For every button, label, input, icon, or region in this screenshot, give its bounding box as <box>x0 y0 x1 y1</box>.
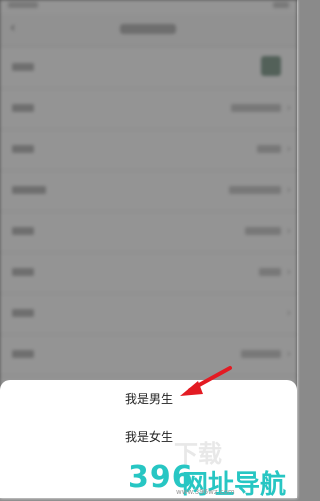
option-male-label: 我是男生 <box>125 392 174 406</box>
watermark-url: www.396wz.com <box>176 488 235 496</box>
option-male[interactable]: 我是男生 <box>0 380 297 420</box>
red-arrow-icon <box>180 366 232 396</box>
site-watermark-logo: 下载 396 网址导航 www.396wz.com <box>128 432 298 500</box>
